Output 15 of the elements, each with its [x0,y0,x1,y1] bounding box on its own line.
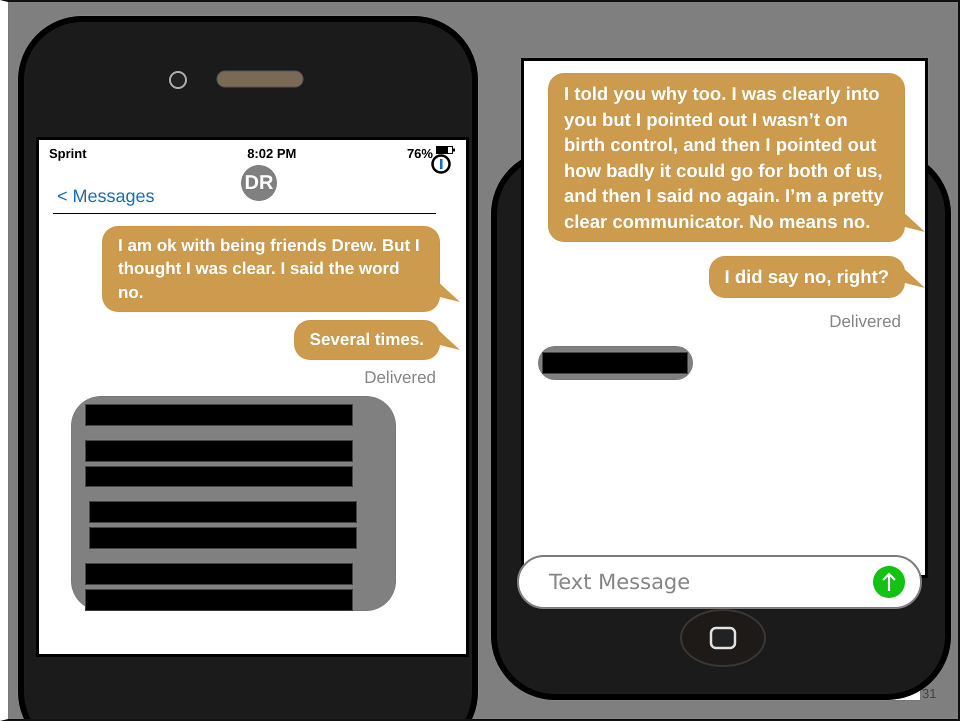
home-button-icon [680,609,766,667]
text-message-field[interactable]: Text Message [547,569,872,595]
battery-icon [436,146,456,155]
delivered-status: Delivered [829,312,901,332]
delivered-status: Delivered [364,368,436,388]
carrier-label: Sprint [49,146,87,161]
phone-speaker-icon [216,70,304,88]
clock-label: 8:02 PM [247,146,296,161]
bubble-tail-icon [436,328,460,350]
phone-camera-icon [166,68,190,92]
contact-avatar[interactable]: DR [241,165,277,201]
battery-percent: 76% [406,146,433,161]
back-link[interactable]: < Messages [57,186,155,207]
page-number: 31 [922,686,936,701]
message-input-bar[interactable]: Text Message [517,555,922,609]
